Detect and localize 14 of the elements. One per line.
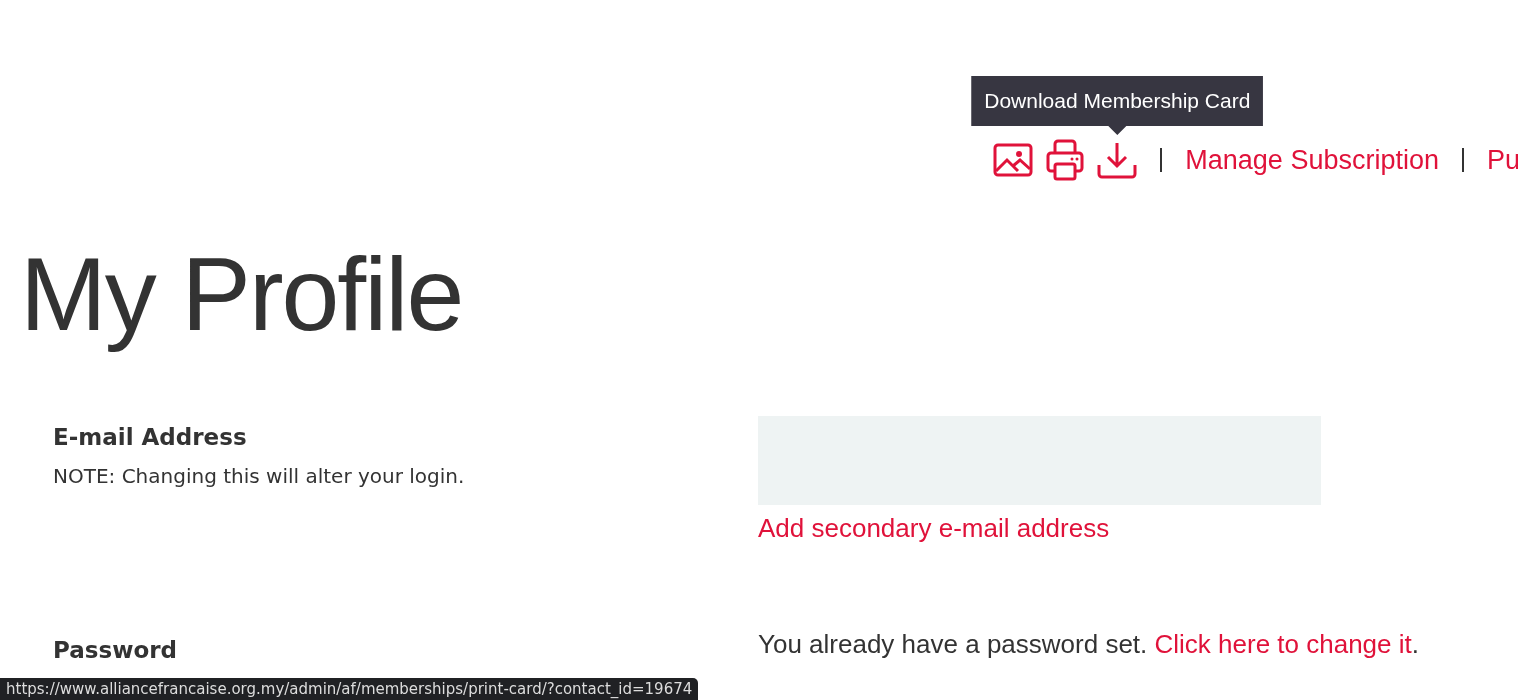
- printer-icon[interactable]: [1046, 139, 1085, 181]
- field-note: NOTE: Changing this will alter your login.: [53, 464, 466, 488]
- field-label: Password: [53, 637, 178, 663]
- download-icon[interactable]: [1097, 141, 1138, 179]
- image-icon[interactable]: [993, 143, 1034, 177]
- nav-link[interactable]: Manage Subscription: [1185, 144, 1439, 176]
- change-password-link[interactable]: Click here to change it: [1154, 629, 1412, 659]
- nav-link[interactable]: Pu: [1486, 144, 1518, 176]
- field-label: E-mail Address: [53, 424, 248, 450]
- add-email-link[interactable]: Add secondary e-mail address: [758, 513, 1110, 544]
- tooltip: Download Membership Card: [971, 76, 1264, 135]
- page-title: My Profile: [20, 235, 464, 354]
- password-message: You already have a password set. Click here to change it.: [758, 629, 1419, 660]
- status-bar-url: https://www.alliancefrancaise.org.my/admin/af/memberships/print-card/?contact_id=19674: [0, 678, 699, 700]
